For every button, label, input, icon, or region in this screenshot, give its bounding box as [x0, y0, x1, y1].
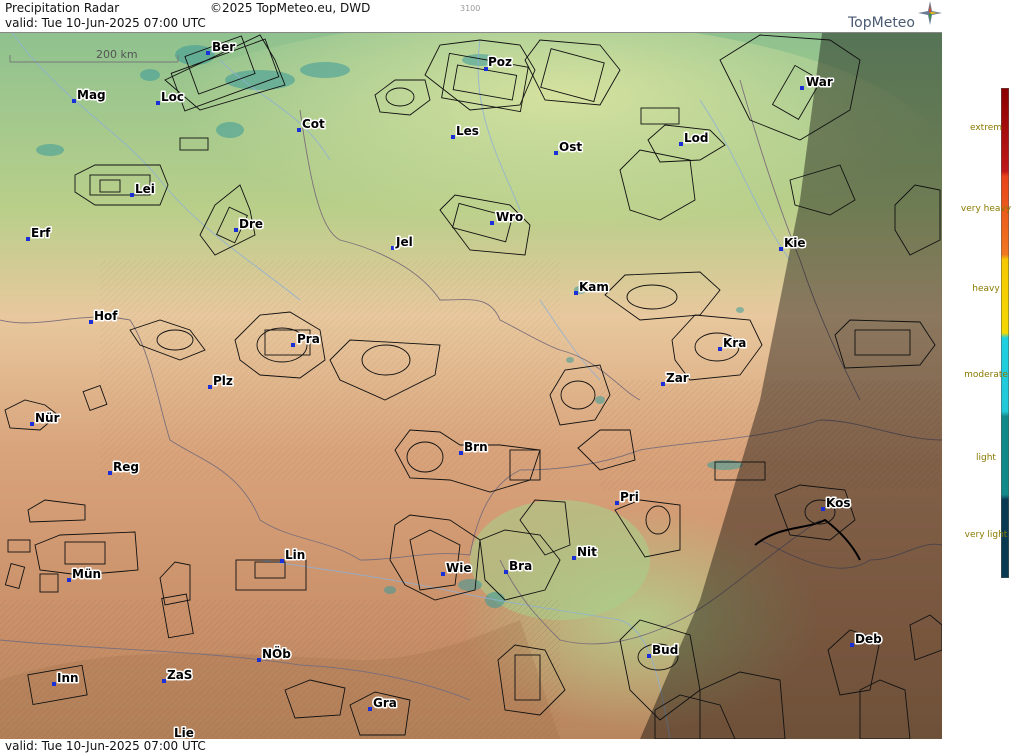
- map-canvas: 200 km Ber Poz War Mag Loc Cot Les Ost L…: [0, 33, 942, 739]
- city-regensburg: Reg: [113, 460, 139, 474]
- city-jelenia-gora: Jel: [395, 235, 413, 249]
- city-poznan: Poz: [488, 55, 512, 69]
- city-wroclaw: Wro: [496, 210, 523, 224]
- city-nuremberg: Nür: [35, 411, 60, 425]
- city-brno: Brn: [464, 440, 488, 454]
- city-innsbruck: Inn: [57, 671, 79, 685]
- city-vienna: Wie: [446, 561, 472, 575]
- legend-very-heavy: very heavy: [960, 204, 1012, 214]
- legend-light: light: [976, 453, 996, 463]
- scale-label: 200 km: [96, 48, 138, 61]
- legend-color-bar: [1001, 88, 1009, 578]
- legend-heavy: heavy: [972, 284, 1000, 294]
- city-plzen: Plz: [213, 374, 233, 388]
- city-warsaw: War: [806, 75, 833, 89]
- city-zell-am-see: ZaS: [167, 668, 192, 682]
- city-zar: Zar: [666, 371, 689, 385]
- city-berlin: Ber: [212, 40, 235, 54]
- city-prievidza: Pri: [620, 490, 639, 504]
- valid-time-header: valid: Tue 10-Jun-2025 07:00 UTC: [5, 16, 206, 30]
- central-relief: [100, 260, 560, 480]
- intensity-legend: extrem very heavy heavy moderate light v…: [942, 0, 1033, 754]
- radar-map[interactable]: 200 km Ber Poz War Mag Loc Cot Les Ost L…: [0, 33, 943, 739]
- city-dresden: Dre: [239, 217, 263, 231]
- city-kielce: Kie: [784, 236, 806, 250]
- legend-moderate: moderate: [964, 370, 1008, 380]
- city-kosice: Kos: [826, 496, 850, 510]
- legend-very-light: very light: [964, 530, 1008, 540]
- city-debrecen: Deb: [855, 632, 882, 646]
- map-footer: valid: Tue 10-Jun-2025 07:00 UTC: [0, 739, 942, 754]
- city-hof: Hof: [94, 309, 118, 323]
- city-krakow: Kra: [723, 336, 746, 350]
- city-leipzig: Lei: [135, 182, 155, 196]
- city-loc: Loc: [161, 90, 184, 104]
- valid-time-footer: valid: Tue 10-Jun-2025 07:00 UTC: [5, 739, 206, 753]
- legend-extreme: extrem: [969, 123, 1003, 133]
- city-munich: Mün: [72, 567, 101, 581]
- city-kamienica: Kam: [579, 280, 609, 294]
- city-linz: Lin: [285, 548, 305, 562]
- compass-star-icon: [918, 1, 942, 25]
- map-title: Precipitation Radar: [5, 1, 120, 15]
- city-leszno: Les: [456, 124, 479, 138]
- topmeteo-logo-text: TopMeteo: [848, 15, 915, 31]
- city-budapest: Bud: [652, 643, 678, 657]
- map-code: 3100: [460, 4, 481, 13]
- city-nob: NÖb: [262, 646, 291, 661]
- city-prague: Pra: [297, 332, 320, 346]
- copyright-text: ©2025 TopMeteo.eu, DWD: [210, 1, 371, 15]
- city-magdeburg: Mag: [77, 88, 106, 102]
- map-header: Precipitation Radar ©2025 TopMeteo.eu, D…: [0, 0, 942, 33]
- city-lodz: Lod: [684, 131, 708, 145]
- city-nitra: Nit: [577, 545, 597, 559]
- city-bratislava: Bra: [509, 559, 532, 573]
- city-lie: Lie: [174, 726, 194, 739]
- city-erfurt: Erf: [31, 226, 51, 240]
- city-cottbus: Cot: [302, 117, 325, 131]
- city-ostrow: Ost: [559, 140, 582, 154]
- city-graz: Gra: [373, 696, 397, 710]
